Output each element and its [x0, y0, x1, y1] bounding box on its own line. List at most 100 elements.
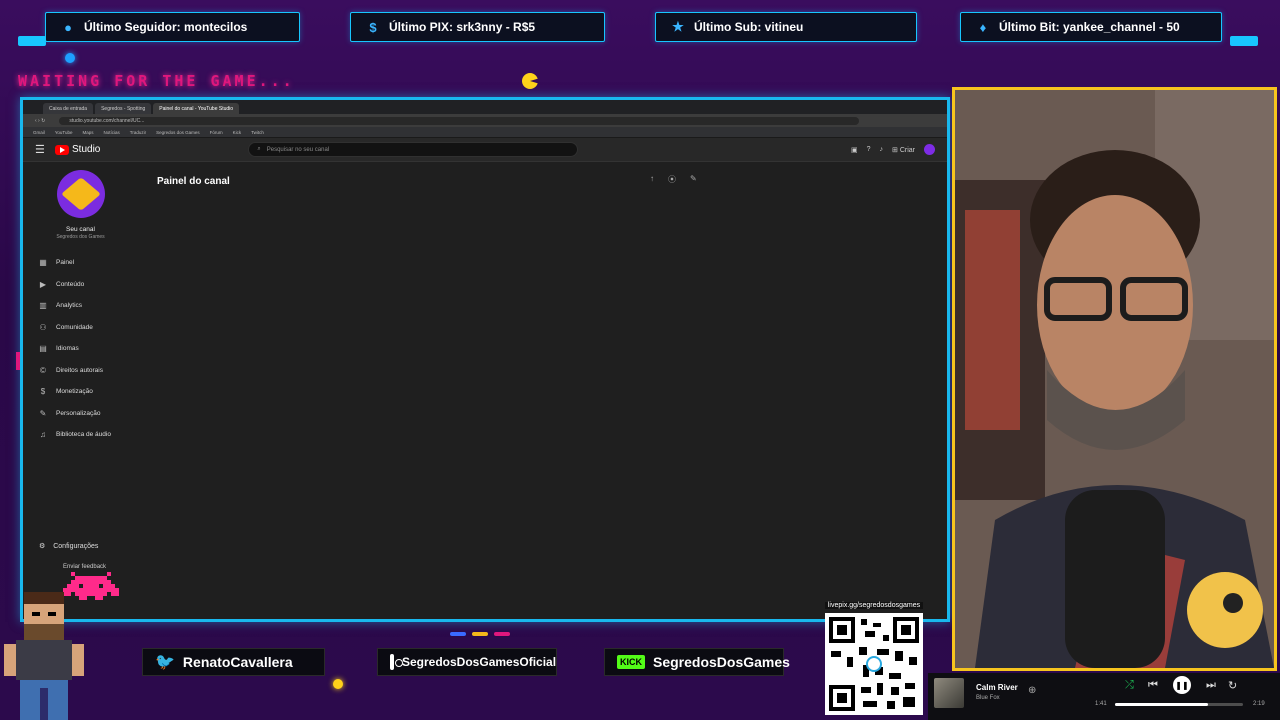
last-pix-alert: $ Último PIX: srk3nny - R$5	[350, 12, 605, 42]
copyright-icon: ©	[40, 365, 46, 375]
qr-code-pattern	[829, 617, 919, 711]
dashboard-icon: ▦	[39, 258, 47, 268]
analytics-icon: ▥	[39, 301, 47, 311]
bookmark[interactable]: Gmail	[33, 130, 45, 135]
create-label: Criar	[899, 146, 915, 154]
sidebar-item-comunidade[interactable]: ⚇ Comunidade	[23, 317, 138, 339]
bookmark[interactable]: Twitch	[251, 130, 264, 135]
last-sub-alert: ★ Último Sub: vitineu	[655, 12, 917, 42]
sidebar-item-biblioteca[interactable]: ♫ Biblioteca de áudio	[23, 424, 138, 446]
album-art	[934, 678, 964, 708]
studio-sidebar: Seu canal Segredos dos Games ▦ Painel ▶ …	[23, 162, 138, 570]
instagram-handle: SegredosDosGamesOficial	[377, 648, 557, 676]
captions-icon[interactable]: ▣	[851, 146, 858, 154]
content-icon: ▶	[39, 279, 47, 289]
sidebar-item-label: Idiomas	[56, 345, 79, 353]
webcam-frame	[952, 87, 1277, 671]
bookmark[interactable]: Notícias	[103, 130, 119, 135]
live-icon[interactable]: ⦿	[668, 174, 676, 185]
kick-handle: KICK SegredosDosGames	[604, 648, 790, 676]
nav-arrows-icon[interactable]: ‹ › ↻	[35, 118, 45, 124]
sidebar-item-painel[interactable]: ▦ Painel	[23, 252, 138, 274]
bookmark[interactable]: Maps	[82, 130, 93, 135]
sidebar-item-conteudo[interactable]: ▶ Conteúdo	[23, 274, 138, 296]
sidebar-item-settings[interactable]: ⚙ Configurações	[39, 542, 98, 550]
browser-tab-active[interactable]: Painel do canal - YouTube Studio	[153, 103, 240, 114]
sidebar-item-label: Monetização	[56, 388, 93, 396]
kick-icon: KICK	[617, 655, 645, 669]
pacman-icon	[522, 73, 538, 89]
page-actions: ↑ ⦿ ✎	[650, 174, 697, 185]
bookmark[interactable]: Fórum	[210, 130, 223, 135]
bookmark[interactable]: YouTube	[55, 130, 73, 135]
sidebar-item-monetizacao[interactable]: $ Monetização	[23, 381, 138, 403]
search-input[interactable]: ⌕ Pesquisar no seu canal	[248, 142, 579, 157]
deco-dash	[494, 632, 510, 636]
progress-bar[interactable]	[1115, 703, 1243, 706]
like-icon[interactable]: ⊕	[1028, 685, 1036, 696]
qr-url: livepix.gg/segredosdosgames	[825, 602, 923, 609]
frame-deco	[1230, 36, 1258, 46]
last-follower-text: Último Seguidor: montecilos	[84, 20, 248, 34]
hamburger-menu-icon[interactable]: ☰	[35, 143, 55, 156]
frame-deco	[18, 36, 46, 46]
account-avatar[interactable]	[924, 144, 935, 155]
last-follower-alert: ● Último Seguidor: montecilos	[45, 12, 300, 42]
channel-avatar[interactable]	[56, 170, 105, 218]
studio-logo-text: Studio	[72, 144, 101, 155]
create-button[interactable]: ⊞ Criar	[892, 146, 915, 154]
shuffle-icon[interactable]: ⤮	[1125, 679, 1134, 692]
studio-logo[interactable]: Studio	[55, 144, 100, 155]
notifications-icon[interactable]: ♪	[880, 146, 884, 153]
sidebar-item-label: Configurações	[53, 543, 99, 550]
star-icon: ★	[672, 19, 684, 34]
twitter-icon: 🐦	[155, 654, 175, 671]
search-placeholder: Pesquisar no seu canal	[266, 146, 330, 153]
channel-name: Segredos dos Games	[56, 234, 105, 240]
repeat-icon[interactable]: ↻	[1228, 679, 1237, 692]
deco-dash	[472, 632, 488, 636]
youtube-play-icon	[55, 144, 69, 155]
browser-tab[interactable]: Segredos - Spotting	[95, 103, 152, 114]
twitter-text: RenatoCavallera	[182, 654, 293, 670]
song-title: Calm River	[976, 683, 1018, 692]
twitter-handle: 🐦 RenatoCavallera	[142, 648, 325, 676]
next-icon[interactable]: ⏭	[1206, 679, 1216, 692]
browser-tab[interactable]: Caixa de entrada	[43, 103, 94, 114]
feedback-link[interactable]: Enviar feedback	[63, 564, 106, 570]
studio-body: Seu canal Segredos dos Games ▦ Painel ▶ …	[23, 162, 947, 570]
sidebar-item-direitos[interactable]: © Direitos autorais	[23, 360, 138, 382]
instagram-icon	[390, 654, 403, 670]
sidebar-item-idiomas[interactable]: ▤ Idiomas	[23, 338, 138, 360]
deco-dots	[450, 632, 510, 636]
channel-logo-cube	[60, 177, 101, 211]
bookmark[interactable]: Traduzir	[130, 130, 146, 135]
dollar-icon: $	[369, 19, 377, 35]
sidebar-item-label: Personalização	[56, 409, 101, 417]
deco-dot	[333, 679, 343, 689]
url-input[interactable]: studio.youtube.com/channel/UC...	[59, 116, 860, 125]
help-icon[interactable]: ?	[867, 146, 871, 153]
bookmark[interactable]: Kick	[233, 130, 242, 135]
post-icon[interactable]: ✎	[690, 174, 697, 185]
last-sub-text: Último Sub: vitineu	[694, 20, 804, 34]
instagram-text: SegredosDosGamesOficial	[402, 655, 557, 669]
deco-dash	[450, 632, 466, 636]
pause-button[interactable]: ❚❚	[1173, 676, 1191, 694]
time-current: 1:41	[1095, 701, 1107, 707]
search-icon: ⌕	[257, 146, 261, 152]
gear-icon: ⚙	[39, 543, 46, 550]
webcam-feed	[955, 90, 1274, 668]
bookmark[interactable]: Segredos dos Games	[156, 130, 200, 135]
previous-icon[interactable]: ⏮	[1148, 679, 1158, 692]
sidebar-item-personalizacao[interactable]: ✎ Personalização	[23, 403, 138, 425]
pixel-character-sprite	[4, 592, 84, 720]
sidebar-item-analytics[interactable]: ▥ Analytics	[23, 295, 138, 317]
customization-icon: ✎	[39, 408, 47, 418]
bookmarks-bar: Gmail YouTube Maps Notícias Traduzir Seg…	[23, 127, 947, 138]
browser-tab-strip: Caixa de entrada Segredos - Spotting Pai…	[23, 100, 947, 114]
waiting-banner: WAITING FOR THE GAME...	[18, 72, 295, 90]
qr-code	[825, 613, 923, 715]
sidebar-menu: ▦ Painel ▶ Conteúdo ▥ Analytics ⚇ Comuni…	[23, 252, 138, 446]
upload-icon[interactable]: ↑	[650, 174, 654, 185]
